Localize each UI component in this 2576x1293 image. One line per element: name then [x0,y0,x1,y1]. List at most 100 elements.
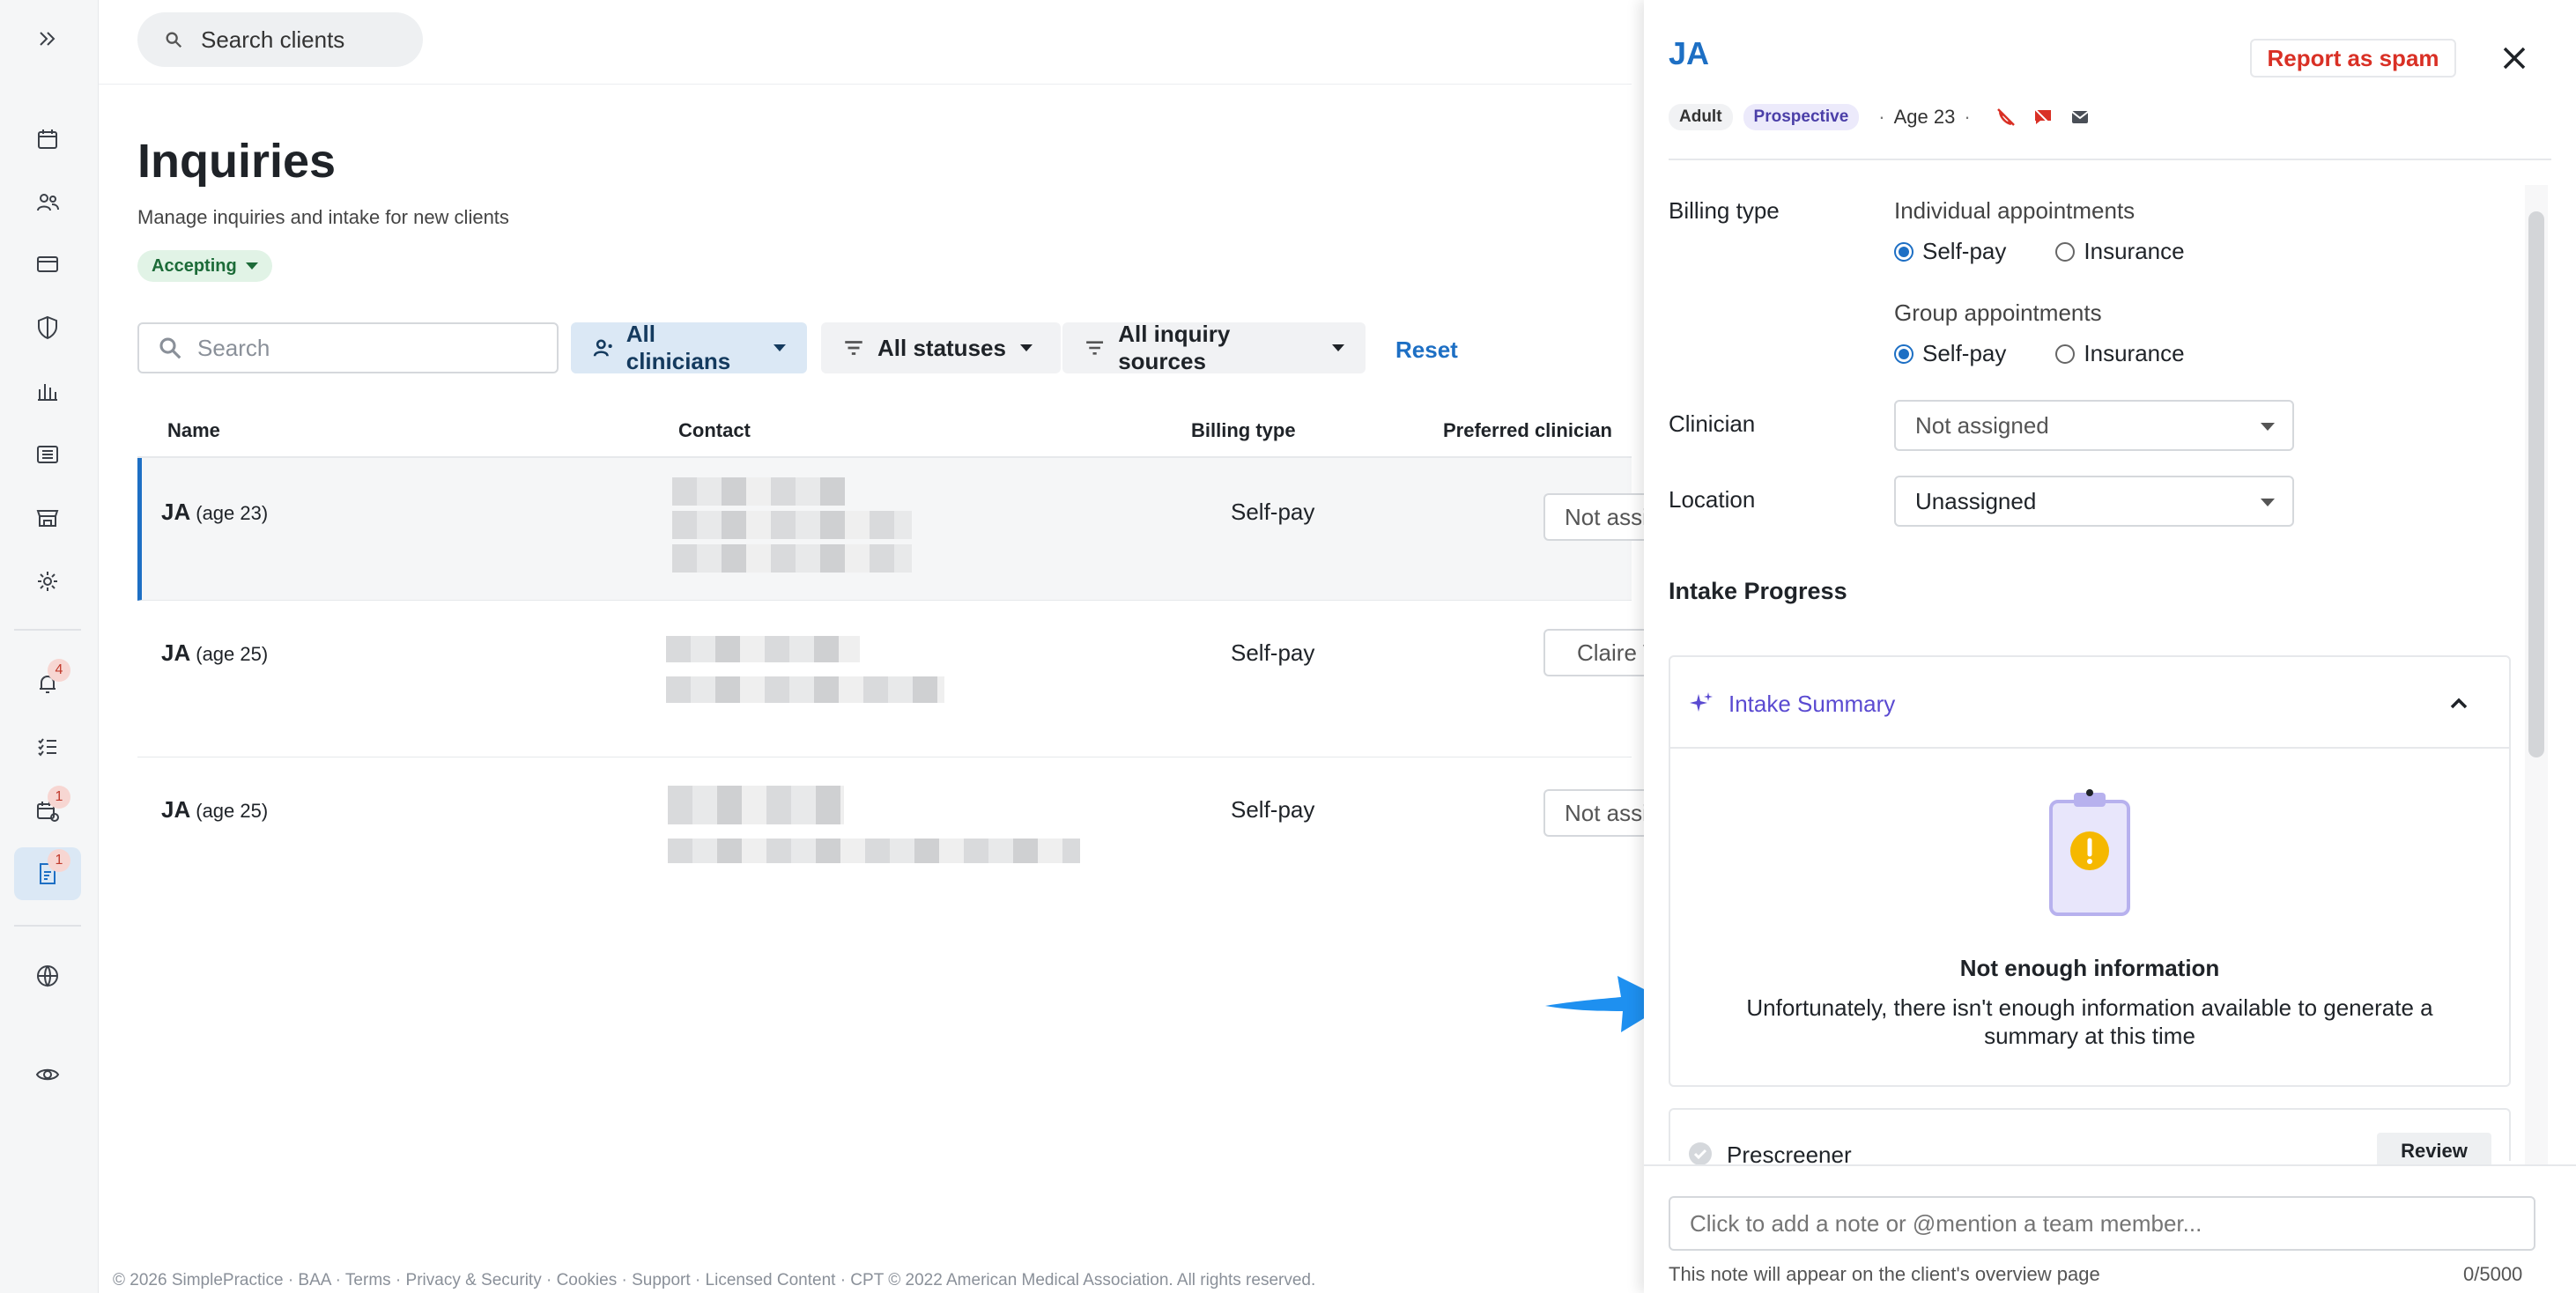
ai-sparkle-icon [1690,692,1713,712]
nav-analytics[interactable] [14,365,81,417]
calendar-icon [38,129,57,149]
intake-summary-card: Intake Summary Not enough information Un… [1669,655,2511,1087]
adult-tag: Adult [1669,104,1733,130]
nav-tasks[interactable] [14,720,81,773]
individual-selfpay-radio[interactable] [1894,241,1913,262]
no-text-message-icon[interactable] [2032,107,2054,128]
prescreener-card: Prescreener Review [1669,1108,2511,1170]
shield-icon [38,315,57,340]
reset-filters-link[interactable]: Reset [1395,336,1458,364]
requests-badge: 1 [48,786,70,809]
location-label: Location [1669,486,1756,513]
note-char-count: 0/5000 [2463,1263,2523,1285]
nav-inquiries[interactable]: 1 [14,847,81,900]
search-clients-input[interactable]: Search clients [137,12,423,67]
nav-documents[interactable] [14,428,81,481]
top-bar: Search clients [99,0,1632,85]
row-client-name: JA (age 25) [161,796,269,823]
clinician-label: Clinician [1669,410,1756,437]
inquiry-sources-filter-label: All inquiry sources [1118,321,1231,374]
table-row[interactable]: JA(age 25) Self-pay Claire W. (You) [137,601,1667,757]
clinicians-filter[interactable]: All clinicians [571,321,807,374]
individual-insurance-label: Insurance [2084,238,2185,264]
individual-billing-options: Self-pay Insurance [1894,238,2185,265]
close-drawer-button[interactable] [2495,39,2534,78]
group-billing-options: Self-pay Insurance [1894,340,2185,367]
nav-billing[interactable] [14,238,81,291]
caret-down-icon [1019,344,1033,351]
drawer-scrollbar[interactable] [2528,211,2544,757]
rail-divider [14,629,81,631]
summary-empty-text: Unfortunately, there isn't enough inform… [1746,994,2433,1049]
filter-icon [845,341,862,355]
contact-redacted [672,544,912,573]
double-chevron-right-icon [40,32,56,46]
contact-redacted [672,511,912,539]
report-spam-button[interactable]: Report as spam [2250,39,2456,78]
individual-appointments-label: Individual appointments [1894,197,2136,224]
search-icon [159,337,181,359]
accepting-status-dropdown[interactable]: Accepting [137,250,272,282]
column-header-contact[interactable]: Contact [678,419,751,442]
inquiry-sources-filter[interactable]: All inquiry sources [1062,321,1366,374]
drawer-client-name[interactable]: JA [1669,35,1709,72]
clipboard-warning-icon [2049,789,2130,916]
storefront-icon [36,510,59,527]
nav-calendar[interactable] [14,113,81,166]
email-icon[interactable] [2069,107,2091,128]
intake-summary-title: Intake Summary [1728,691,1896,717]
notifications-badge: 4 [48,659,70,682]
prospective-tag: Prospective [1743,104,1860,130]
group-insurance-radio[interactable] [2055,344,2076,364]
nav-website[interactable] [14,949,81,1002]
summary-empty-title: Not enough information [1959,955,2220,981]
credit-card-icon [37,256,58,272]
close-icon [2503,47,2526,70]
filter-icon [1086,341,1104,355]
clinicians-filter-label: All clinicians [625,321,731,374]
inquiry-search-input[interactable]: Search [137,322,559,373]
eye-icon [35,1068,60,1081]
clinician-select-value: Not assigned [1915,411,2049,439]
caret-down-icon [245,262,258,270]
no-phone-icon[interactable] [1995,107,2017,128]
note-input[interactable] [1669,1196,2535,1251]
column-header-billing[interactable]: Billing type [1191,419,1296,442]
nav-marketplace[interactable] [14,491,81,544]
note-hint: This note will appear on the client's ov… [1669,1263,2100,1285]
nav-clients[interactable] [14,176,81,229]
expand-sidebar-button[interactable] [14,12,81,65]
rail-divider [14,925,81,927]
column-header-clinician[interactable]: Preferred clinician [1443,419,1612,442]
meta-separator: · [1878,106,1885,128]
inquiry-search-placeholder: Search [197,334,270,361]
nav-notifications[interactable]: 4 [14,657,81,710]
intake-summary-header[interactable]: Intake Summary [1670,657,2509,749]
group-selfpay-radio[interactable] [1894,344,1913,364]
table-row[interactable]: JA(age 25) Self-pay Not assigned [137,757,1667,907]
nav-insurance[interactable] [14,301,81,354]
clinician-select[interactable]: Not assigned [1894,400,2294,451]
statuses-filter-label: All statuses [877,334,1006,361]
location-select[interactable]: Unassigned [1894,476,2294,527]
bar-chart-icon [38,384,57,401]
chevron-up-icon[interactable] [2446,691,2472,717]
nav-preview[interactable] [14,1048,81,1101]
column-header-name[interactable]: Name [167,419,220,442]
left-nav-rail: 4 1 1 [0,0,99,1293]
meta-separator: · [1964,106,1971,128]
inquiry-detail-drawer: JA Report as spam Adult Prospective · Ag… [1644,0,2576,1293]
individual-insurance-radio[interactable] [2055,241,2076,262]
row-client-name: JA (age 23) [161,499,269,525]
group-insurance-label: Insurance [2084,340,2185,366]
nav-settings[interactable] [14,555,81,608]
nav-requests[interactable]: 1 [14,784,81,837]
location-select-value: Unassigned [1915,487,2037,514]
billing-type-label: Billing type [1669,197,1780,224]
inquiries-badge: 1 [48,849,70,872]
statuses-filter[interactable]: All statuses [821,322,1061,373]
note-composer: This note will appear on the client's ov… [1644,1164,2576,1293]
contact-redacted [666,636,860,662]
table-row[interactable]: JA(age 23) Self-pay Not assigned [137,458,1667,601]
contact-redacted [668,839,1080,863]
